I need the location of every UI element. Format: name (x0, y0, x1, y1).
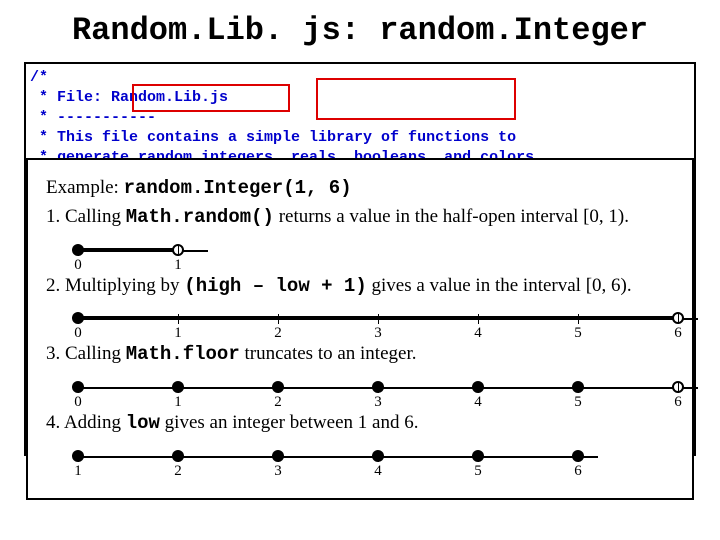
tick (678, 383, 679, 393)
s1a: 1. Calling (46, 206, 126, 227)
tick (178, 314, 179, 324)
code-line-4: * This file contains a simple library of… (30, 129, 516, 146)
s4c: gives an integer between 1 and 6. (160, 412, 419, 433)
tick (478, 314, 479, 324)
tick (78, 452, 79, 462)
ticklab: 4 (474, 324, 482, 343)
ticklab: 1 (174, 324, 182, 343)
number-line-3: 0 1 2 3 4 5 6 (78, 373, 698, 407)
axis (78, 456, 598, 458)
step-2: 2. Multiplying by (high – low + 1) gives… (46, 274, 674, 299)
ticklab: 2 (274, 324, 282, 343)
tick (378, 314, 379, 324)
tick (578, 452, 579, 462)
tick (378, 452, 379, 462)
redbox-2 (316, 78, 516, 120)
explainer-popup: Example: random.Integer(1, 6) 1. Calling… (26, 158, 694, 500)
s3b: Math.floor (126, 343, 240, 365)
number-line-2: 0 1 2 3 4 5 6 (78, 304, 698, 338)
tick (78, 314, 79, 324)
ticklab: 0 (74, 324, 82, 343)
ticklab: 3 (274, 462, 282, 481)
tick (278, 452, 279, 462)
s1c: returns a value in the half-open interva… (274, 206, 629, 227)
step-1: 1. Calling Math.random() returns a value… (46, 205, 674, 230)
axis (78, 387, 698, 389)
ticklab: 1 (174, 256, 182, 275)
ticklab: 0 (74, 393, 82, 412)
s1b: Math.random() (126, 206, 274, 228)
tick (178, 452, 179, 462)
ticklab: 6 (674, 393, 682, 412)
tick (378, 383, 379, 393)
number-line-1: 0 1 (78, 236, 208, 270)
s3a: 3. Calling (46, 343, 126, 364)
example-call: random.Integer(1, 6) (124, 177, 352, 199)
s4b: low (126, 412, 160, 434)
tick (678, 314, 679, 324)
tick (278, 383, 279, 393)
tick (178, 383, 179, 393)
ticklab: 5 (474, 462, 482, 481)
ticklab: 3 (374, 324, 382, 343)
ticklab: 2 (274, 393, 282, 412)
tick (78, 246, 79, 256)
ticklab: 0 (74, 256, 82, 275)
ticklab: 1 (174, 393, 182, 412)
s3c: truncates to an integer. (240, 343, 417, 364)
ticklab: 2 (174, 462, 182, 481)
tick (478, 452, 479, 462)
number-line-4: 1 2 3 4 5 6 (78, 442, 598, 476)
code-line-1: /* (30, 69, 48, 86)
ticklab: 6 (674, 324, 682, 343)
example-lead: Example: (46, 177, 124, 198)
ticklab: 5 (574, 393, 582, 412)
ticklab: 5 (574, 324, 582, 343)
s2b: (high – low + 1) (184, 275, 366, 297)
s2c: gives a value in the interval [0, 6). (367, 275, 632, 296)
ticklab: 4 (474, 393, 482, 412)
ticklab: 6 (574, 462, 582, 481)
step-4: 4. Adding low gives an integer between 1… (46, 411, 674, 436)
s4a: 4. Adding (46, 412, 126, 433)
tick (578, 314, 579, 324)
tick (278, 314, 279, 324)
step-3: 3. Calling Math.floor truncates to an in… (46, 342, 674, 367)
example-line: Example: random.Integer(1, 6) (46, 176, 674, 201)
tick (578, 383, 579, 393)
interval-bar (78, 248, 178, 252)
tick (78, 383, 79, 393)
tick (478, 383, 479, 393)
page-title: Random.Lib. js: random.Integer (0, 0, 720, 55)
redbox-1 (132, 84, 290, 112)
tick (178, 246, 179, 256)
ticklab: 4 (374, 462, 382, 481)
s2a: 2. Multiplying by (46, 275, 184, 296)
ticklab: 3 (374, 393, 382, 412)
ticklab: 1 (74, 462, 82, 481)
